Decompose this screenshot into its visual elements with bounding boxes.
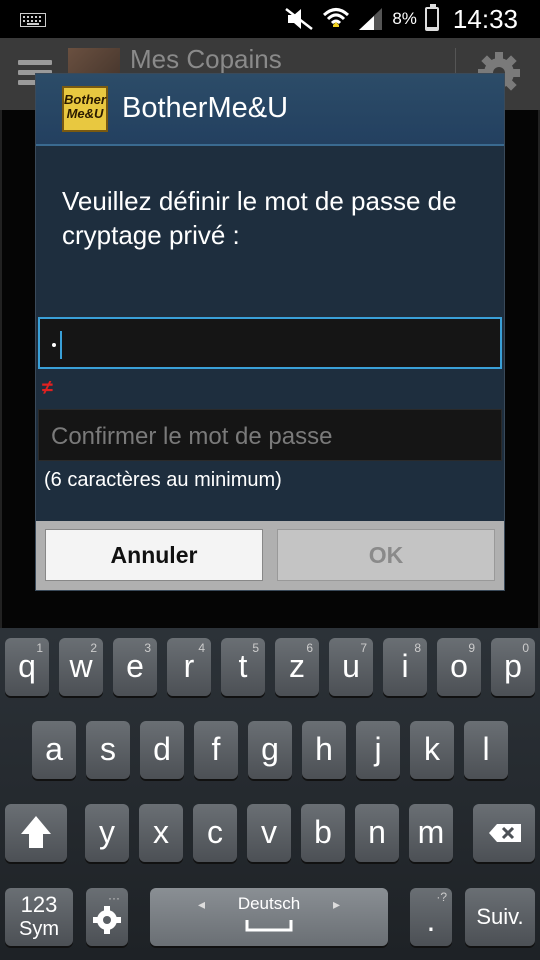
keyboard-icon [20,13,46,27]
status-bar: 8% 14:33 [0,0,540,38]
mute-icon [285,8,314,30]
key-p[interactable]: 0p [491,638,535,696]
clock: 14:33 [452,3,518,34]
key-e[interactable]: 3e [113,638,157,696]
key-k[interactable]: k [410,721,454,779]
cancel-button[interactable]: Annuler [45,529,263,581]
battery-percent: 8% [392,9,417,28]
key-a[interactable]: a [32,721,76,779]
wifi-icon [323,8,350,27]
confirm-password-placeholder: Confirmer le mot de passe [51,423,333,450]
key-m[interactable]: m [409,804,453,862]
app-logo-icon: Bother Me&U [62,86,108,132]
ok-button[interactable]: OK [277,529,495,581]
signal-icon [359,8,383,30]
divider [36,144,504,146]
backspace-key[interactable] [473,804,535,862]
key-t[interactable]: 5t [221,638,265,696]
key-c[interactable]: c [193,804,237,862]
battery-icon [424,4,439,31]
settings-key[interactable]: ··· [86,888,128,946]
key-l[interactable]: l [464,721,508,779]
password-dialog: Bother Me&U BotherMe&U Veuillez définir … [35,73,505,591]
key-w[interactable]: 2w [59,638,103,696]
key-z[interactable]: 6z [275,638,319,696]
gear-icon [93,906,121,934]
key-f[interactable]: f [194,721,238,779]
key-q[interactable]: 1q [5,638,49,696]
password-mask [52,343,56,347]
next-key[interactable]: Suiv. [465,888,535,946]
key-r[interactable]: 4r [167,638,211,696]
symbols-key[interactable]: 123 Sym [5,888,73,946]
key-d[interactable]: d [140,721,184,779]
key-h[interactable]: h [302,721,346,779]
app-bar-title: Mes Copains [130,44,282,74]
text-cursor [60,331,62,359]
key-x[interactable]: x [139,804,183,862]
dialog-footer: Annuler OK [36,521,504,590]
space-bar-icon [245,920,293,932]
dialog-title: BotherMe&U [122,92,289,124]
soft-keyboard: 1q2w3e4r5t6z7u8i9o0p asdfghjkl yxcvbnm 1… [0,628,540,960]
confirm-password-field[interactable]: Confirmer le mot de passe [38,409,502,461]
space-key[interactable]: Deutsch ◂ ▸ [150,888,388,946]
key-b[interactable]: b [301,804,345,862]
key-s[interactable]: s [86,721,130,779]
key-u[interactable]: 7u [329,638,373,696]
password-field[interactable] [38,317,502,369]
shift-icon [21,816,51,848]
key-v[interactable]: v [247,804,291,862]
backspace-icon [489,824,521,842]
key-g[interactable]: g [248,721,292,779]
key-i[interactable]: 8i [383,638,427,696]
mismatch-indicator: ≠ [42,377,53,399]
key-y[interactable]: y [85,804,129,862]
period-key[interactable]: ·? . [410,888,452,946]
shift-key[interactable] [5,804,67,862]
key-n[interactable]: n [355,804,399,862]
key-j[interactable]: j [356,721,400,779]
password-hint: (6 caractères au minimum) [44,469,282,491]
key-o[interactable]: 9o [437,638,481,696]
dialog-header: Bother Me&U BotherMe&U [36,74,504,144]
dialog-message: Veuillez définir le mot de passe de cryp… [62,186,457,250]
